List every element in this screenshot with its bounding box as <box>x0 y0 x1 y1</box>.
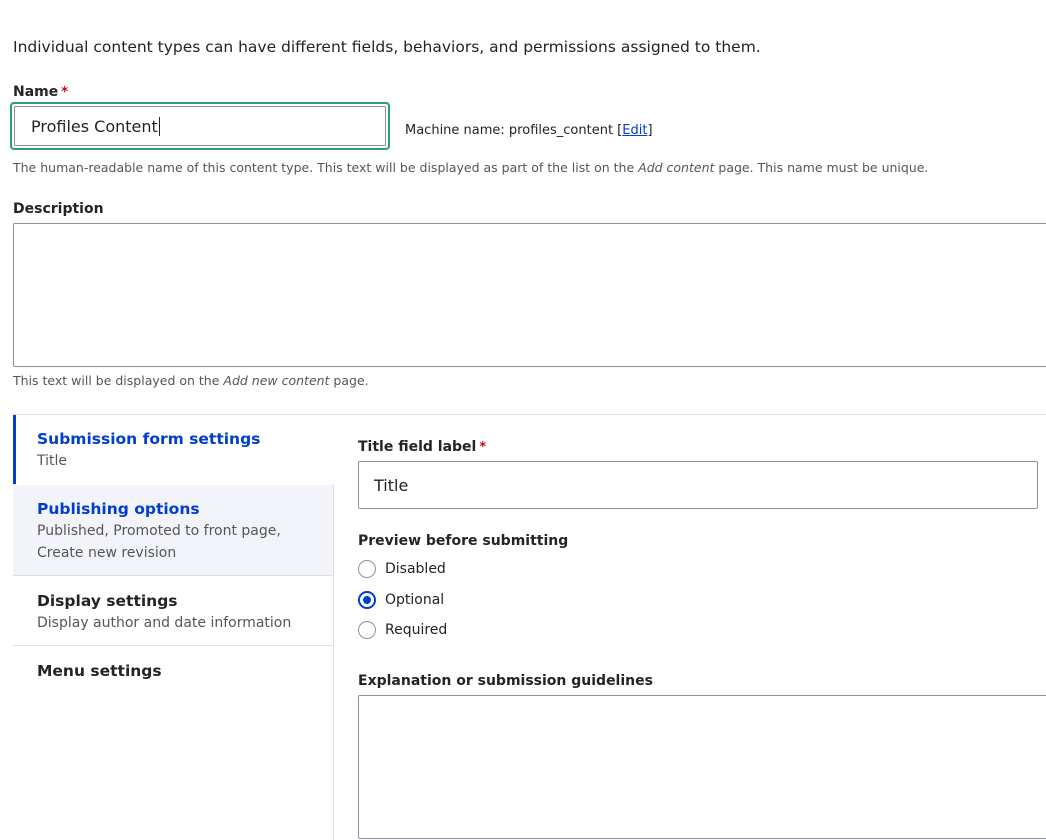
name-help-after: page. This name must be unique. <box>714 160 929 175</box>
title-field-input[interactable]: Title <box>358 461 1038 509</box>
explanation-label: Explanation or submission guidelines <box>358 673 653 689</box>
title-field-label-text: Title field label <box>358 439 477 455</box>
name-input-value[interactable]: Profiles Content <box>31 117 158 136</box>
name-label: Name * <box>13 84 68 100</box>
explanation-textarea[interactable] <box>358 695 1046 839</box>
intro-text: Individual content types can have differ… <box>13 38 761 56</box>
description-help-before: This text will be displayed on the <box>13 373 224 388</box>
vtab-submission-form-settings[interactable]: Submission form settings Title <box>13 415 333 484</box>
vtab-summary: Title <box>37 453 68 469</box>
machine-name-text: Machine name: profiles_content [ <box>405 123 623 138</box>
preview-label: Preview before submitting <box>358 533 569 549</box>
radio-required[interactable]: Required <box>358 621 447 639</box>
name-help: The human-readable name of this content … <box>13 160 928 175</box>
machine-name: Machine name: profiles_content [Edit] <box>405 123 653 138</box>
vtab-title[interactable]: Menu settings <box>37 662 162 680</box>
required-mark: * <box>479 440 487 455</box>
vtab-title[interactable]: Submission form settings <box>37 430 260 448</box>
name-help-em: Add content <box>638 160 715 175</box>
radio-button[interactable] <box>358 560 376 578</box>
vtabs-divider <box>333 484 334 840</box>
vtab-summary: Published, Promoted to front page, Creat… <box>37 523 281 561</box>
name-label-text: Name <box>13 84 59 100</box>
name-input-value-wrap[interactable]: Profiles Content <box>31 107 160 145</box>
machine-name-edit-link[interactable]: Edit <box>622 123 647 138</box>
description-label: Description <box>13 201 104 217</box>
description-help: This text will be displayed on the Add n… <box>13 373 369 388</box>
vtab-menu-settings[interactable]: Menu settings <box>13 647 333 697</box>
description-textarea[interactable] <box>13 223 1046 367</box>
vtab-display-settings[interactable]: Display settings Display author and date… <box>13 577 333 646</box>
name-input-box[interactable]: Profiles Content <box>14 106 386 146</box>
radio-disabled[interactable]: Disabled <box>358 560 446 578</box>
text-caret <box>158 116 160 136</box>
description-help-em: Add new content <box>223 373 330 388</box>
vtab-summary: Display author and date information <box>37 615 292 631</box>
radio-optional[interactable]: Optional <box>358 591 444 609</box>
radio-button[interactable] <box>358 621 376 639</box>
vtab-title[interactable]: Publishing options <box>37 500 200 518</box>
radio-label[interactable]: Required <box>385 622 447 638</box>
title-field-label: Title field label * <box>358 439 486 455</box>
name-input[interactable]: Profiles Content <box>10 102 390 150</box>
radio-label[interactable]: Optional <box>385 592 444 608</box>
description-help-after: page. <box>329 373 369 388</box>
required-mark: * <box>61 85 69 100</box>
title-field-value[interactable]: Title <box>374 476 408 495</box>
name-help-before: The human-readable name of this content … <box>13 160 639 175</box>
radio-label[interactable]: Disabled <box>385 561 446 577</box>
machine-name-close: ] <box>647 123 653 138</box>
radio-button-checked[interactable] <box>358 591 376 609</box>
vtab-publishing-options[interactable]: Publishing options Published, Promoted t… <box>13 485 333 576</box>
vtab-title[interactable]: Display settings <box>37 592 178 610</box>
